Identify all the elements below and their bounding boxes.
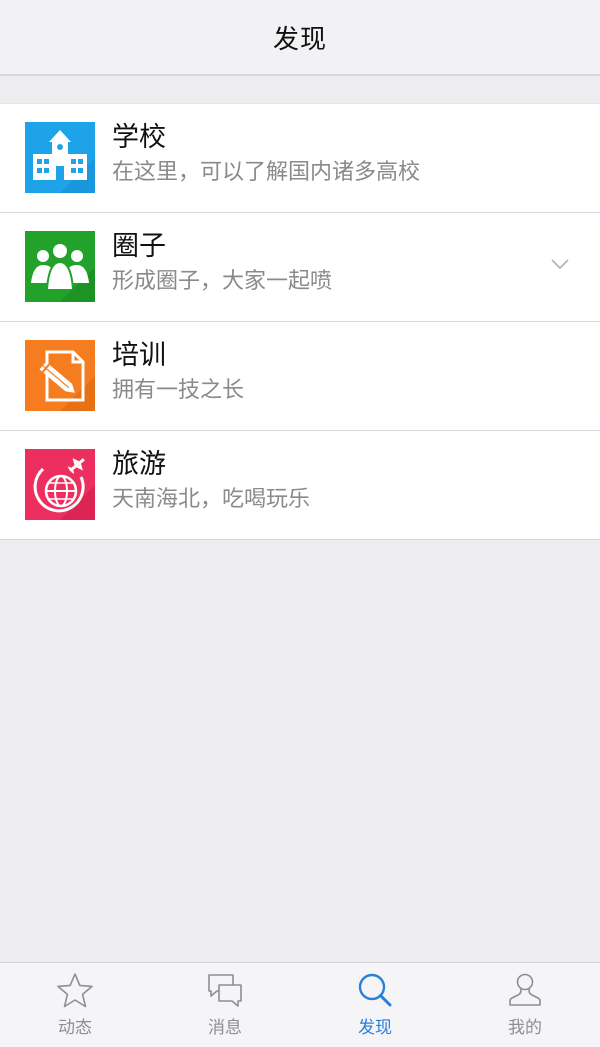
chevron-down-icon[interactable] — [550, 257, 570, 271]
list-item-subtitle: 拥有一技之长 — [112, 378, 245, 403]
tab-mine[interactable]: 我的 — [450, 963, 600, 1047]
list-item-title: 旅游 — [112, 449, 166, 480]
globe-plane-icon — [25, 449, 95, 520]
list-item-circle[interactable]: 圈子 形成圈子，大家一起喷 — [0, 213, 600, 322]
list-item-title: 培训 — [112, 340, 166, 371]
tab-dynamics[interactable]: 动态 — [0, 963, 150, 1047]
list-item-title: 圈子 — [112, 231, 166, 262]
list-item-subtitle: 天南海北，吃喝玩乐 — [112, 487, 311, 512]
tab-label: 动态 — [58, 1018, 92, 1038]
school-building-icon — [25, 122, 95, 193]
list-item-travel[interactable]: 旅游 天南海北，吃喝玩乐 — [0, 431, 600, 539]
tab-label: 发现 — [358, 1018, 392, 1038]
tab-messages[interactable]: 消息 — [150, 963, 300, 1047]
tab-discover[interactable]: 发现 — [300, 963, 450, 1047]
navigation-bar: 发现 — [0, 0, 600, 76]
tab-label: 我的 — [508, 1018, 542, 1038]
person-icon — [509, 973, 541, 1006]
list-item-subtitle: 在这里，可以了解国内诸多高校 — [112, 160, 421, 185]
list-item-title: 学校 — [112, 122, 166, 153]
tab-bar: 动态 消息 发现 我的 — [0, 962, 600, 1047]
star-icon — [57, 973, 93, 1008]
chat-bubbles-icon — [208, 974, 242, 1007]
list-item-training[interactable]: 培训 拥有一技之长 — [0, 322, 600, 431]
page-title: 发现 — [272, 24, 327, 55]
pencil-paper-icon — [25, 340, 95, 411]
group-people-icon — [25, 231, 95, 302]
search-icon — [358, 973, 392, 1007]
list-item-school[interactable]: 学校 在这里，可以了解国内诸多高校 — [0, 104, 600, 213]
list-item-subtitle: 形成圈子，大家一起喷 — [112, 269, 333, 294]
tab-label: 消息 — [208, 1018, 242, 1038]
discover-list: 学校 在这里，可以了解国内诸多高校 圈子 形成圈子，大家一起喷 培训 拥有一技之… — [0, 103, 600, 540]
